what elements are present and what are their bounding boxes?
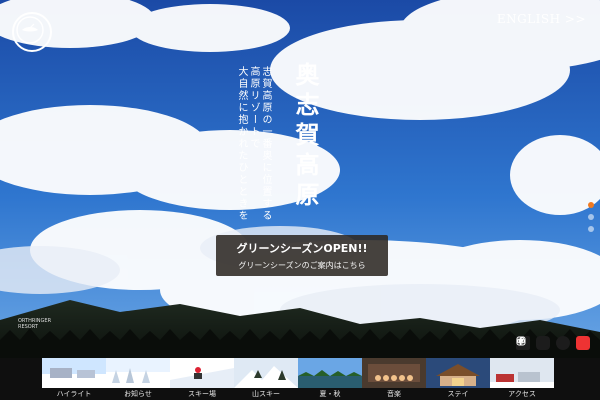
thumbnail-snowy-hotel bbox=[42, 358, 106, 388]
small-label-left: ORTHRINGER RESORT bbox=[18, 318, 52, 330]
slider-dots bbox=[588, 202, 594, 232]
page-title: 奥志賀高原 bbox=[291, 62, 320, 212]
nav-item-access[interactable]: アクセス bbox=[490, 358, 554, 400]
nav-item-news[interactable]: お知らせ bbox=[106, 358, 170, 400]
social-links bbox=[516, 336, 590, 350]
nav-item-stay[interactable]: ステイ bbox=[426, 358, 490, 400]
bottom-nav: ハイライト お知らせ スキー場 山スキー 夏・秋 音楽 ステイ アクセス bbox=[42, 358, 554, 400]
bird-logo-icon bbox=[16, 16, 44, 44]
hero-background: ENGLISH >> 奥志賀高原 志賀高原の一番奥に位置する 高原リゾートで 大… bbox=[0, 0, 600, 358]
thumbnail-backcountry bbox=[234, 358, 298, 388]
thumbnail-concert bbox=[362, 358, 426, 388]
resort-logo[interactable] bbox=[12, 12, 52, 52]
nav-label: ステイ bbox=[447, 390, 469, 398]
nav-item-backcountry[interactable]: 山スキー bbox=[234, 358, 298, 400]
thumbnail-skier bbox=[170, 358, 234, 388]
slider-dot-3[interactable] bbox=[588, 226, 594, 232]
nav-item-ski-area[interactable]: スキー場 bbox=[170, 358, 234, 400]
nav-label: スキー場 bbox=[188, 390, 216, 398]
cta-title: グリーンシーズンOPEN!! bbox=[236, 242, 368, 255]
nav-item-summer-autumn[interactable]: 夏・秋 bbox=[298, 358, 362, 400]
cta-subtitle: グリーンシーズンのご案内はこちら bbox=[238, 261, 366, 270]
english-link[interactable]: ENGLISH >> bbox=[497, 12, 586, 26]
instagram-icon[interactable] bbox=[516, 336, 550, 350]
nav-label: お知らせ bbox=[124, 390, 152, 398]
nav-item-music[interactable]: 音楽 bbox=[362, 358, 426, 400]
nav-label: 山スキー bbox=[252, 390, 280, 398]
nav-label: アクセス bbox=[508, 390, 536, 398]
thumbnail-lodge bbox=[426, 358, 490, 388]
slider-dot-1[interactable] bbox=[588, 202, 594, 208]
youtube-icon[interactable] bbox=[519, 336, 590, 350]
slider-dot-2[interactable] bbox=[588, 214, 594, 220]
green-season-cta[interactable]: グリーンシーズンOPEN!! グリーンシーズンのご案内はこちら bbox=[216, 235, 388, 276]
tripadvisor-icon[interactable] bbox=[517, 336, 570, 350]
nav-label: 夏・秋 bbox=[319, 390, 341, 398]
nav-item-highlight[interactable]: ハイライト bbox=[42, 358, 106, 400]
nav-label: 音楽 bbox=[387, 390, 401, 398]
nav-label: ハイライト bbox=[56, 390, 92, 398]
thumbnail-lake bbox=[298, 358, 362, 388]
hero-desc-line-3: 大自然に抱かれたひとときを bbox=[236, 66, 247, 222]
thumbnail-aerial bbox=[490, 358, 554, 388]
thumbnail-snowy-forest bbox=[106, 358, 170, 388]
